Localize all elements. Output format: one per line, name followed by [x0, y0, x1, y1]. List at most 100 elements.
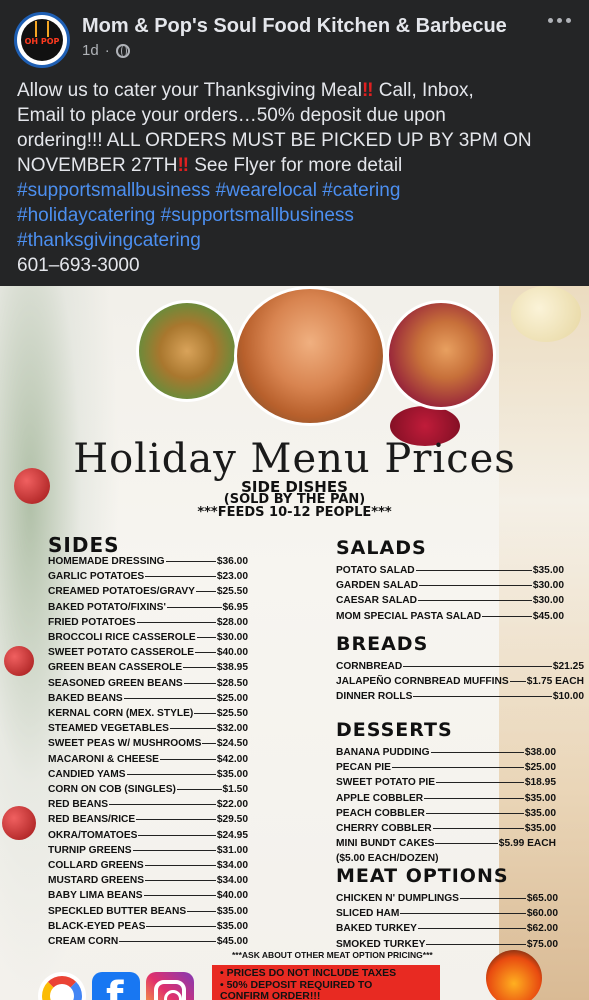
menu-item-name: MUSTARD GREENS — [48, 875, 145, 887]
leader-line — [165, 561, 216, 562]
hashtag-link[interactable]: #holidaycatering — [17, 205, 155, 226]
leader-line — [132, 849, 216, 851]
leader-line — [144, 865, 216, 867]
menu-item: OKRA/TOMATOES $24.95 — [48, 828, 248, 843]
leader-line — [403, 666, 552, 667]
ham-photo — [234, 286, 386, 426]
leader-line — [145, 880, 216, 882]
post-text: Allow us to cater your Thanksgiving Meal… — [17, 78, 577, 278]
instagram-icon — [146, 972, 194, 1000]
menu-item-price: $25.50 — [216, 708, 248, 720]
meta-separator: · — [104, 42, 110, 59]
menu-item: COLLARD GREENS $34.00 — [48, 858, 248, 873]
menu-item-name: BLACK-EYED PEAS — [48, 920, 146, 932]
double-exclamation-icon: ‼ — [361, 80, 374, 101]
leader-line — [159, 758, 216, 760]
desserts-section: DESSERTS BANANA PUDDING $38.00 PECAN PIE $2… — [336, 718, 556, 866]
menu-item-name: MINI BUNDT CAKES — [336, 838, 435, 850]
leader-line — [432, 828, 524, 830]
post-line-4: NOVEMBER 27TH‼ See Flyer for more detail — [17, 155, 403, 176]
leader-line — [509, 681, 526, 683]
leader-line — [136, 819, 216, 821]
avatar-logo-text: OH POP — [24, 37, 60, 46]
hashtag-line-3: #thanksgivingcatering — [17, 228, 577, 253]
menu-item-name: BROCCOLI RICE CASSEROLE — [48, 632, 196, 644]
meat-section: MEAT OPTIONS CHICKEN N' DUMPLINGS $65.00 S… — [336, 864, 558, 952]
menu-item-price: $60.00 — [526, 908, 558, 920]
leader-line — [169, 728, 216, 730]
leader-line — [138, 834, 216, 836]
menu-title: Holiday Menu Prices — [73, 436, 516, 482]
menu-item-price: $22.00 — [216, 799, 248, 811]
page-avatar[interactable]: OH POP — [14, 12, 70, 68]
menu-item-price: $30.00 — [532, 580, 564, 592]
menu-item-price: $62.00 — [526, 923, 558, 935]
meat-pricing-footnote: ***ASK ABOUT OTHER MEAT OPTION PRICING**… — [232, 950, 433, 960]
globe-icon[interactable] — [115, 43, 130, 58]
breads-section: BREADS CORNBREAD $21.25 JALAPEÑO CORNBREAD… — [336, 632, 584, 705]
section-heading: DESSERTS — [336, 719, 453, 741]
salads-section: SALADS POTATO SALAD $35.00 GARDEN SALAD $30… — [336, 536, 564, 624]
leader-line — [119, 941, 216, 943]
menu-item-name: FRIED POTATOES — [48, 616, 136, 628]
menu-item: GREEN BEAN CASSEROLE $38.95 — [48, 660, 248, 675]
menu-item: KERNAL CORN (MEX. STYLE) $25.50 — [48, 706, 248, 721]
menu-item: MOM SPECIAL PASTA SALAD $45.00 — [336, 609, 564, 624]
post-time[interactable]: 1d — [82, 42, 99, 59]
menu-subtitle: ***FEEDS 10-12 PEOPLE*** — [197, 505, 392, 520]
menu-item: DINNER ROLLS $10.00 — [336, 689, 584, 704]
menu-item-price: $36.00 — [216, 556, 248, 567]
restaurant-logo — [486, 950, 542, 1000]
menu-item-name: DINNER ROLLS — [336, 691, 413, 703]
menu-item: CANDIED YAMS $35.00 — [48, 767, 248, 782]
leader-line — [195, 652, 216, 654]
menu-item: FRIED POTATOES $28.00 — [48, 615, 248, 630]
leader-line — [436, 782, 524, 784]
hashtag-link[interactable]: #supportsmallbusiness — [17, 180, 210, 201]
menu-item-name: CREAM CORN — [48, 936, 119, 948]
notice-line: • PRICES DO NOT INCLUDE TAXES — [220, 967, 397, 979]
phone-number[interactable]: 601–693-3000 — [17, 253, 577, 278]
hashtag-link[interactable]: #thanksgivingcatering — [17, 230, 201, 251]
food-platter-photo — [136, 300, 238, 402]
leader-line — [143, 895, 216, 897]
page-name[interactable]: Mom & Pop's Soul Food Kitchen & Barbecue — [82, 15, 507, 38]
menu-item: BANANA PUDDING $38.00 — [336, 745, 556, 760]
menu-item-price: $25.00 — [524, 762, 556, 774]
hashtag-link[interactable]: #supportsmallbusiness — [161, 205, 354, 226]
menu-item: POTATO SALAD $35.00 — [336, 563, 564, 578]
menu-item: MACARONI & CHEESE $42.00 — [48, 752, 248, 767]
hashtag-line-2: #holidaycatering #supportsmallbusiness — [17, 203, 577, 228]
menu-item-price: $45.00 — [532, 610, 564, 622]
leader-line — [417, 928, 526, 930]
menu-item: SLICED HAM $60.00 — [336, 906, 558, 921]
menu-item: RED BEANS/RICE $29.50 — [48, 812, 248, 827]
menu-item-name: MOM SPECIAL PASTA SALAD — [336, 610, 482, 622]
menu-item-name: OKRA/TOMATOES — [48, 829, 138, 841]
post-meta: 1d · — [82, 42, 130, 59]
menu-item: RED BEANS $22.00 — [48, 797, 248, 812]
menu-item: BLACK-EYED PEAS $35.00 — [48, 919, 248, 934]
hashtag-link[interactable]: #wearelocal — [216, 180, 317, 201]
leader-line — [183, 667, 216, 669]
menu-item-name: COLLARD GREENS — [48, 860, 144, 872]
leader-line — [194, 713, 216, 715]
menu-item-name: CREAMED POTATOES/GRAVY — [48, 586, 195, 598]
menu-item-name: STEAMED VEGETABLES — [48, 723, 169, 735]
post-header: OH POP Mom & Pop's Soul Food Kitchen & B… — [0, 0, 589, 75]
menu-item: SPECKLED BUTTER BEANS $35.00 — [48, 904, 248, 919]
leader-line — [415, 570, 532, 571]
menu-item: SWEET POTATO CASSEROLE $40.00 — [48, 645, 248, 660]
menu-item-price: $35.00 — [216, 905, 248, 917]
menu-item: PECAN PIE $25.00 — [336, 760, 556, 775]
menu-item-price: $24.50 — [216, 738, 248, 750]
flyer-image[interactable]: Holiday Menu Prices SIDE DISHES (SOLD BY… — [0, 286, 589, 1000]
menu-item: PEACH COBBLER $35.00 — [336, 806, 556, 821]
menu-item: GARDEN SALAD $30.00 — [336, 578, 564, 593]
menu-item-name: APPLE COBBLER — [336, 792, 424, 804]
menu-item-price: $38.00 — [524, 747, 556, 758]
hashtag-link[interactable]: #catering — [322, 180, 400, 201]
more-options-icon[interactable] — [548, 18, 571, 23]
menu-item-name: POTATO SALAD — [336, 565, 415, 576]
menu-item-price: $21.25 — [552, 661, 584, 672]
